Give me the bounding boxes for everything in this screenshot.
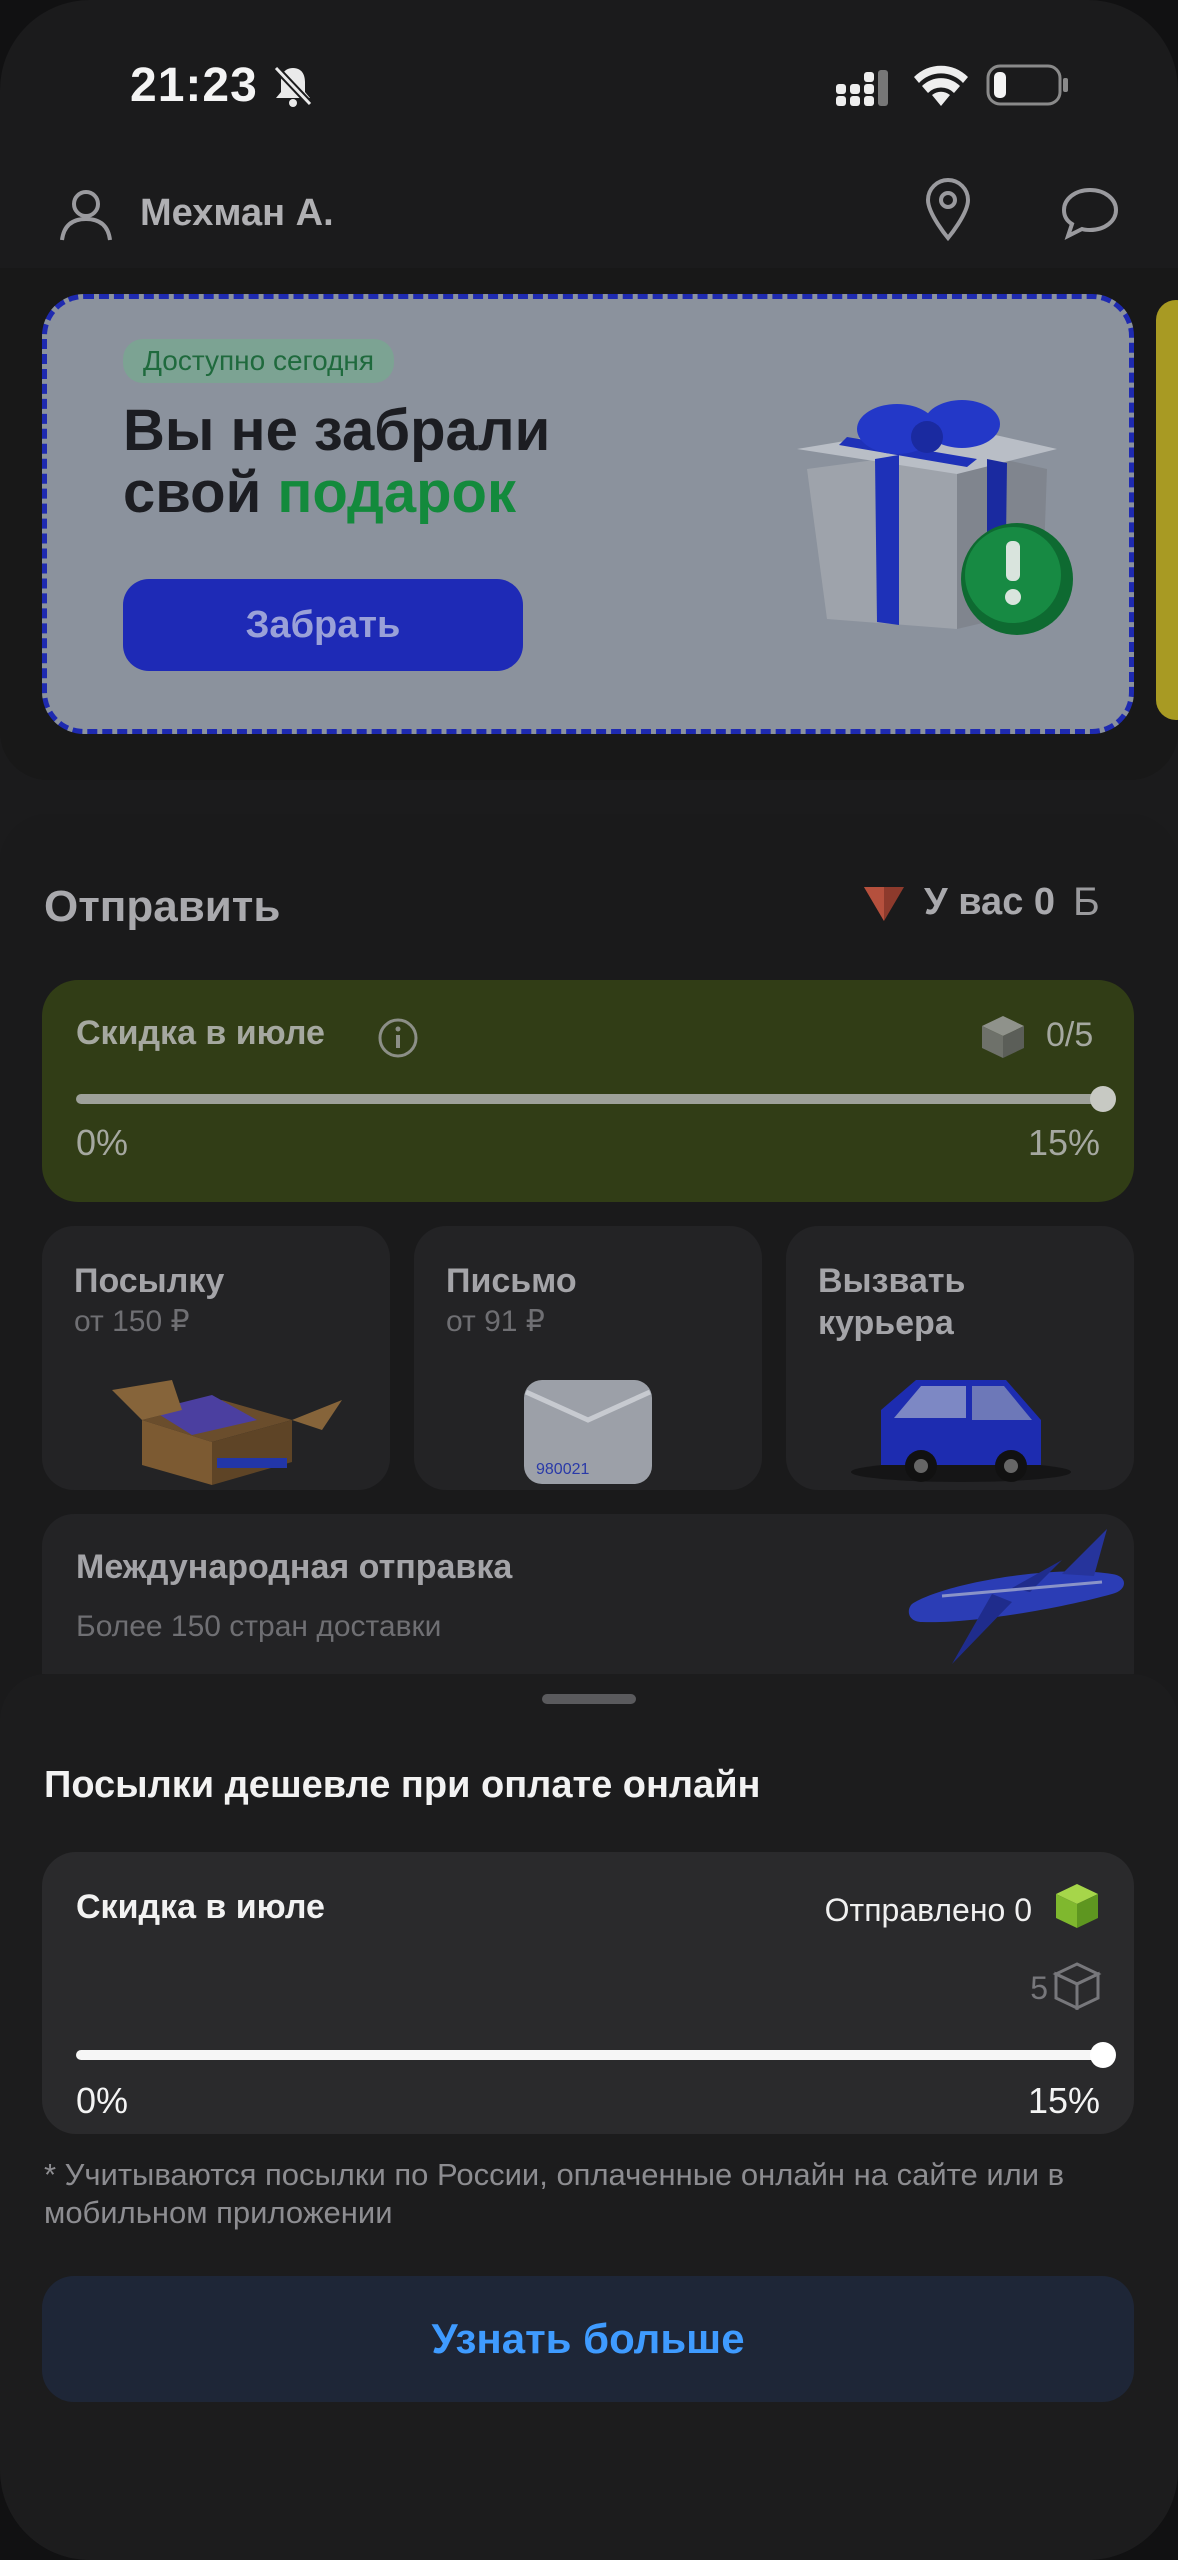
- discount-progress-knob: [1090, 1086, 1116, 1112]
- international-title: Международная отправка: [76, 1548, 513, 1586]
- top-header: Мехман А.: [0, 170, 1178, 270]
- discount-max: 15%: [1027, 1122, 1100, 1163]
- coin-icon: Ƃ: [1073, 880, 1100, 924]
- gray-parcel-icon: [1052, 1962, 1102, 2010]
- chat-icon[interactable]: [1060, 184, 1120, 240]
- user-name[interactable]: Мехман А.: [140, 192, 334, 235]
- july-discount-card[interactable]: Скидка в июле 0/5 0% 15%: [42, 980, 1134, 1202]
- learn-more-button[interactable]: Узнать больше: [42, 2276, 1134, 2402]
- battery-icon: [986, 64, 1068, 106]
- send-letter-tile[interactable]: Письмо от 91 ₽ 980021: [414, 1226, 762, 1490]
- status-time: 21:23: [130, 59, 258, 112]
- green-parcel-icon: [1056, 1884, 1098, 1928]
- tile-title: Письмо: [446, 1262, 577, 1300]
- tile-title: Вызвать курьера: [818, 1262, 966, 1342]
- tile-subtitle: от 150 ₽: [74, 1305, 190, 1338]
- app-screen: 21:23 Мехман А. Доступно сегодня Вы не з…: [0, 0, 1178, 2560]
- discount-progress-bar: [76, 1094, 1100, 1104]
- sheet-progress-bar: [76, 2050, 1100, 2060]
- banner-title-line2: свой подарок: [123, 461, 516, 525]
- call-courier-tile[interactable]: Вызвать курьера: [786, 1226, 1134, 1490]
- bottom-sheet: Посылки дешевле при оплате онлайн Скидка…: [0, 1674, 1178, 2560]
- balance-indicator[interactable]: У вас 0 Ƃ: [862, 880, 1099, 925]
- wifi-icon: [914, 65, 968, 106]
- sheet-discount-min: 0%: [76, 2080, 129, 2121]
- international-subtitle: Более 150 стран доставки: [76, 1610, 442, 1643]
- next-banner-peek[interactable]: [1156, 300, 1178, 720]
- profile-icon[interactable]: [56, 184, 116, 244]
- sheet-footnote: * Учитываются посылки по России, оплачен…: [44, 2157, 1065, 2230]
- parcel-box-illustration: [112, 1380, 342, 1485]
- tile-subtitle: от 91 ₽: [446, 1305, 545, 1338]
- envelope-code: 980021: [536, 1461, 589, 1478]
- info-icon[interactable]: [376, 1016, 420, 1060]
- available-today-badge: Доступно сегодня: [123, 339, 395, 383]
- banner-title-highlight: подарок: [277, 460, 517, 525]
- take-gift-button[interactable]: Забрать: [123, 579, 523, 671]
- balance-label: У вас 0: [924, 881, 1056, 923]
- cellular-signal-icon: [836, 70, 888, 106]
- international-shipping-card[interactable]: Международная отправка Более 150 стран д…: [42, 1514, 1134, 1674]
- discount-count: 0/5: [1046, 1016, 1094, 1054]
- envelope-illustration: 980021: [524, 1380, 652, 1484]
- sheet-title: Посылки дешевле при оплате онлайн: [44, 1764, 761, 1806]
- location-pin-icon[interactable]: [920, 178, 976, 242]
- tile-title: Посылку: [74, 1262, 225, 1300]
- sheet-progress-knob: [1090, 2042, 1116, 2068]
- discount-title: Скидка в июле: [76, 1014, 325, 1052]
- courier-van-illustration: [851, 1380, 1071, 1482]
- gift-banner[interactable]: Доступно сегодня Вы не забрали свой пода…: [42, 294, 1134, 734]
- sheet-drag-handle[interactable]: [542, 1694, 636, 1704]
- gift-box-icon: [797, 400, 1073, 635]
- send-parcel-tile[interactable]: Посылку от 150 ₽: [42, 1226, 390, 1490]
- banner-title-prefix: свой: [123, 460, 262, 525]
- target-count: 5: [1030, 1970, 1048, 2006]
- sheet-discount-max: 15%: [1027, 2080, 1100, 2121]
- sheet-discount-card: Скидка в июле Отправлено 0 5 0% 15%: [42, 1852, 1134, 2134]
- sent-count: Отправлено 0: [824, 1892, 1032, 1928]
- send-title: Отправить: [44, 882, 281, 931]
- banner-title-line1: Вы не забрали: [123, 398, 551, 463]
- airplane-illustration: [908, 1529, 1124, 1664]
- status-bar: 21:23: [0, 0, 1178, 170]
- parcel-box-icon: [982, 1016, 1024, 1058]
- points-icon: [864, 886, 904, 921]
- discount-min: 0%: [76, 1122, 129, 1163]
- silent-bell-icon: [273, 65, 313, 107]
- sheet-discount-title: Скидка в июле: [76, 1888, 325, 1926]
